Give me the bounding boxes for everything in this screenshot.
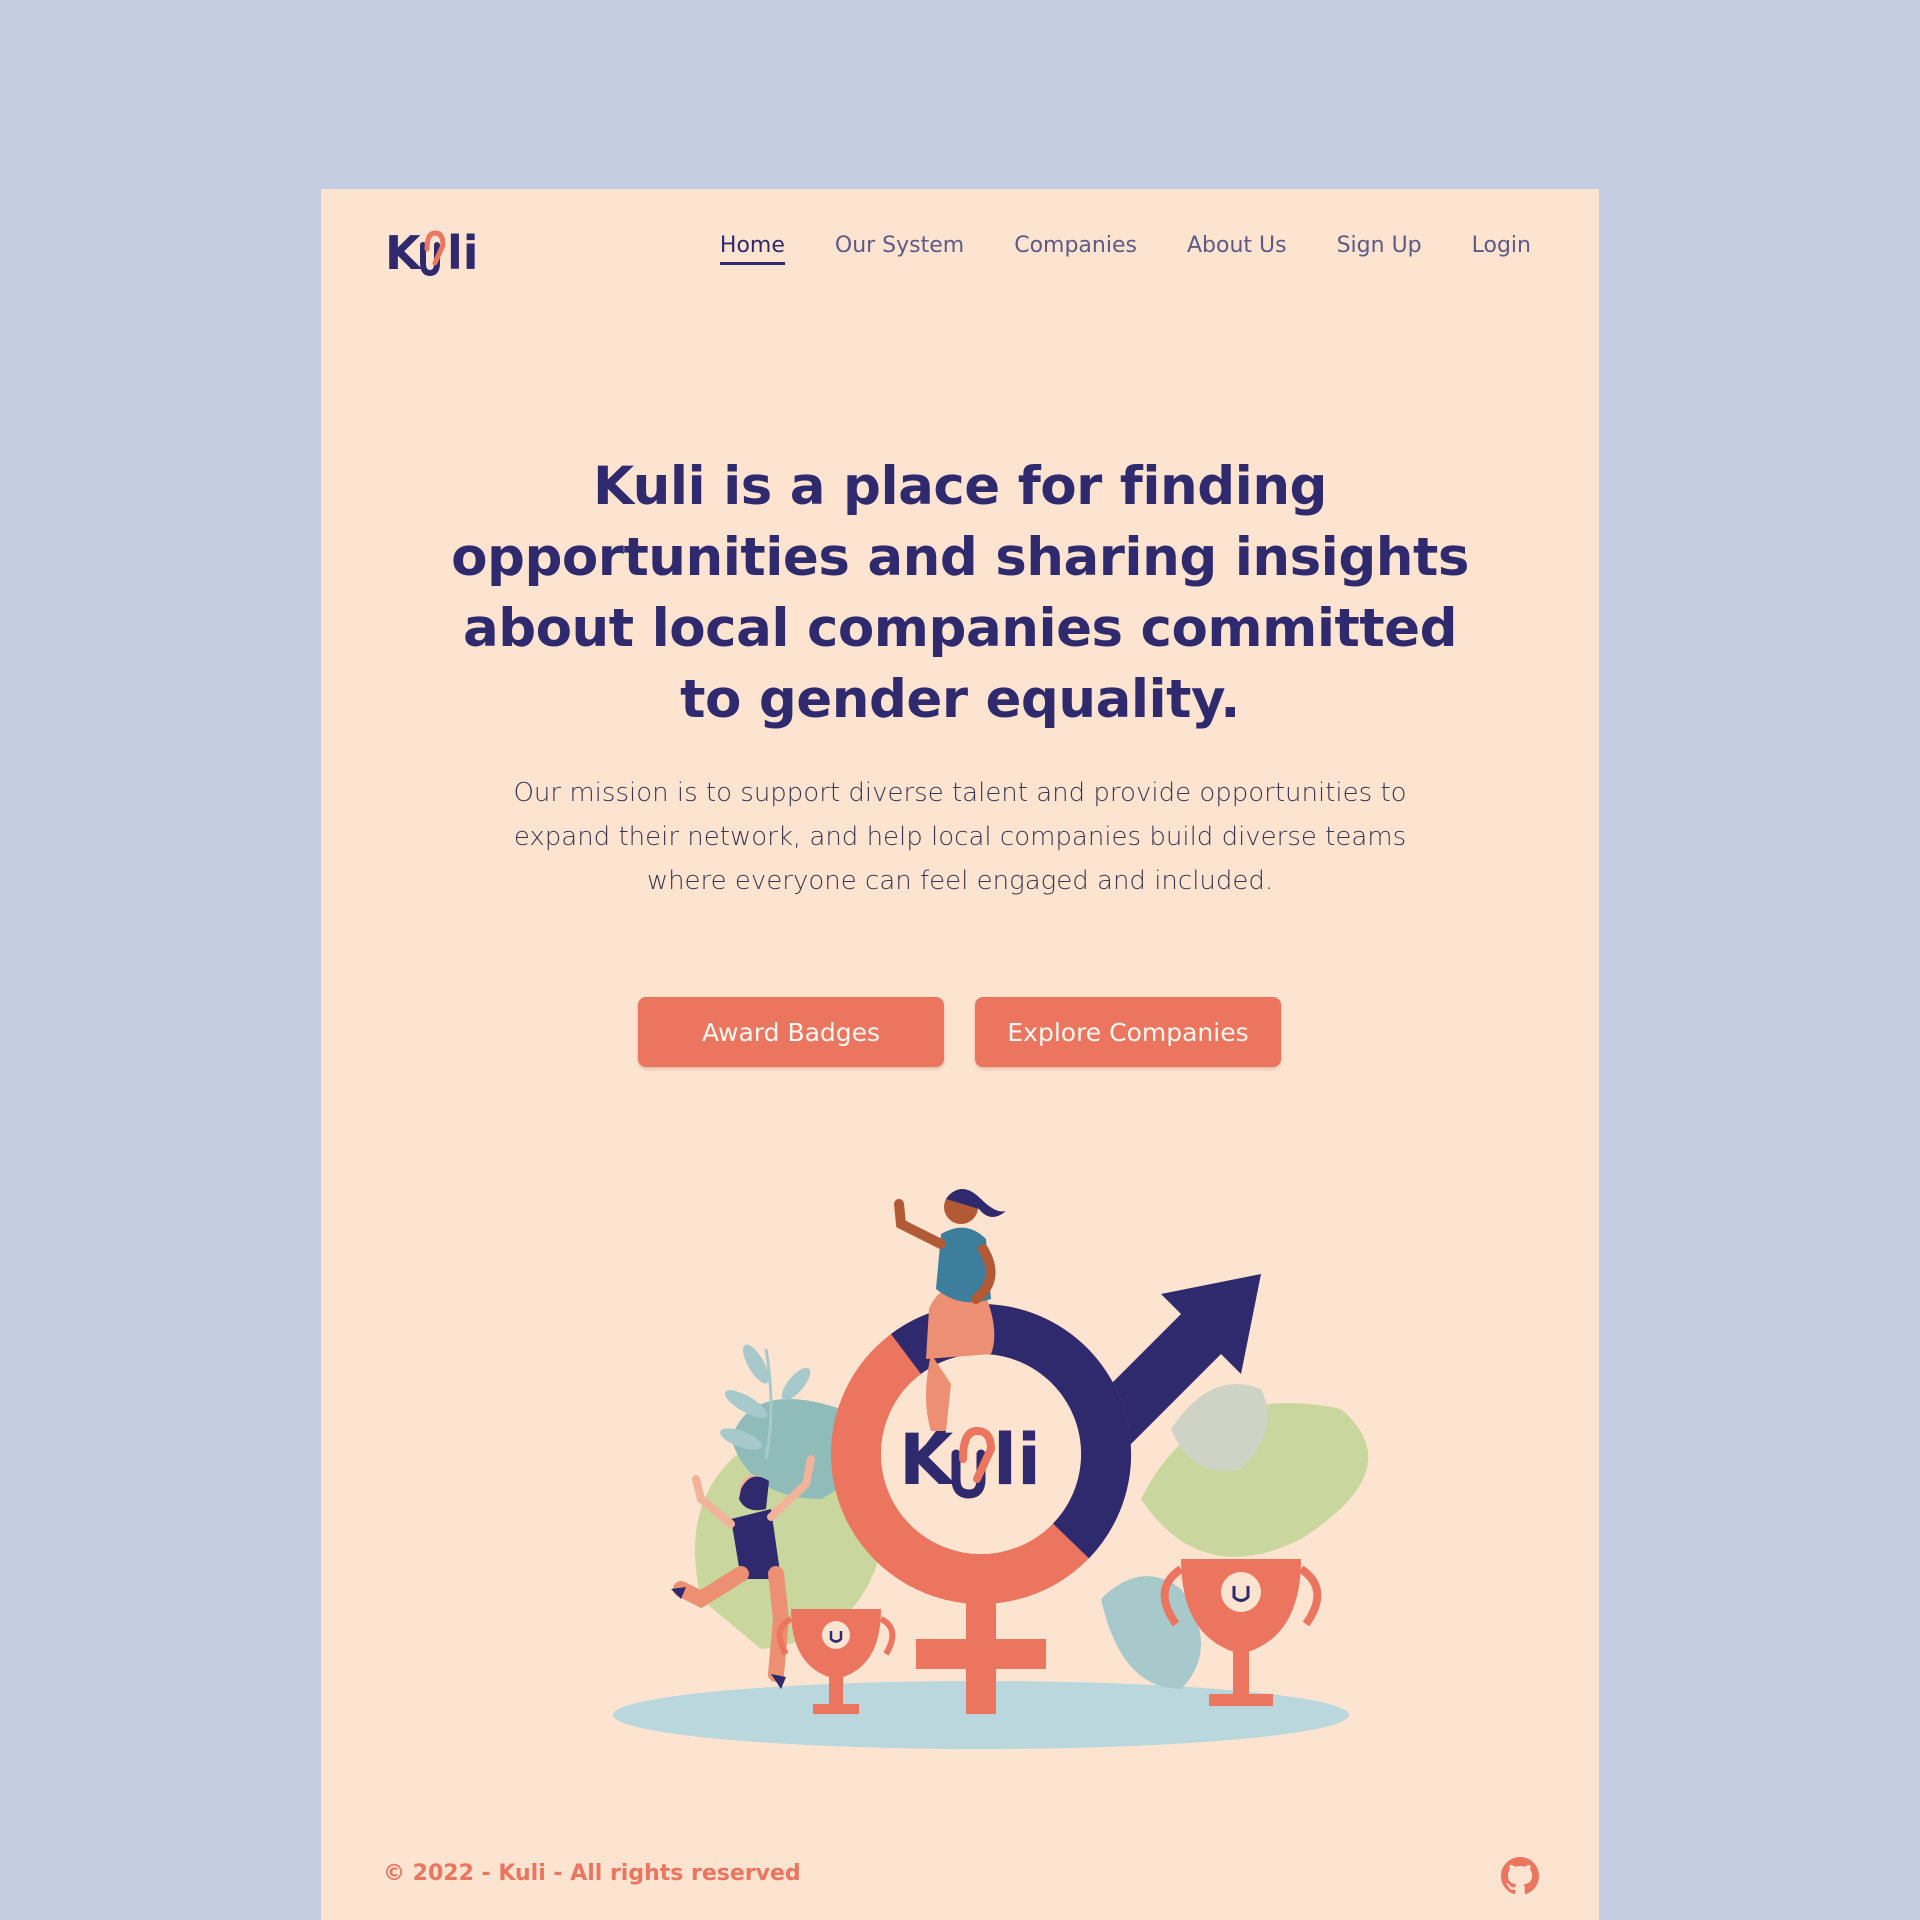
nav-home[interactable]: Home xyxy=(719,233,785,265)
headline-line: to gender equality. xyxy=(680,669,1240,730)
mission-line: expand their network, and help local com… xyxy=(513,822,1407,852)
award-badges-button[interactable]: Award Badges xyxy=(638,997,944,1067)
nav-sign-up[interactable]: Sign Up xyxy=(1337,233,1422,265)
headline-line: about local companies committed xyxy=(462,598,1458,659)
mission-line: where everyone can feel engaged and incl… xyxy=(646,866,1274,896)
female-cross-horizontal xyxy=(916,1639,1046,1669)
svg-text:li: li xyxy=(447,226,479,279)
headline-line: Kuli is a place for finding xyxy=(592,456,1328,517)
github-icon[interactable] xyxy=(1501,1857,1539,1895)
nav-our-system[interactable]: Our System xyxy=(835,233,964,265)
svg-text:K: K xyxy=(899,1419,956,1501)
kuli-logo[interactable]: K li xyxy=(385,219,485,279)
svg-text:K: K xyxy=(385,226,423,279)
explore-companies-button[interactable]: Explore Companies xyxy=(975,997,1281,1067)
page-container: K li Home Our System Companies About Us … xyxy=(321,189,1599,1920)
headline-line: opportunities and sharing insights xyxy=(451,527,1469,588)
mission-text: Our mission is to support diverse talent… xyxy=(321,771,1599,903)
svg-text:li: li xyxy=(993,1419,1041,1501)
nav-login[interactable]: Login xyxy=(1472,233,1531,265)
hero-headline: Kuli is a place for finding opportunitie… xyxy=(321,451,1599,735)
gender-equality-illustration: K li xyxy=(613,1189,1369,1749)
main-nav: Home Our System Companies About Us Sign … xyxy=(719,233,1531,265)
mission-line: Our mission is to support diverse talent… xyxy=(513,778,1407,808)
nav-companies[interactable]: Companies xyxy=(1014,233,1137,265)
nav-about-us[interactable]: About Us xyxy=(1187,233,1287,265)
copyright-text: © 2022 - Kuli - All rights reserved xyxy=(383,1861,801,1886)
